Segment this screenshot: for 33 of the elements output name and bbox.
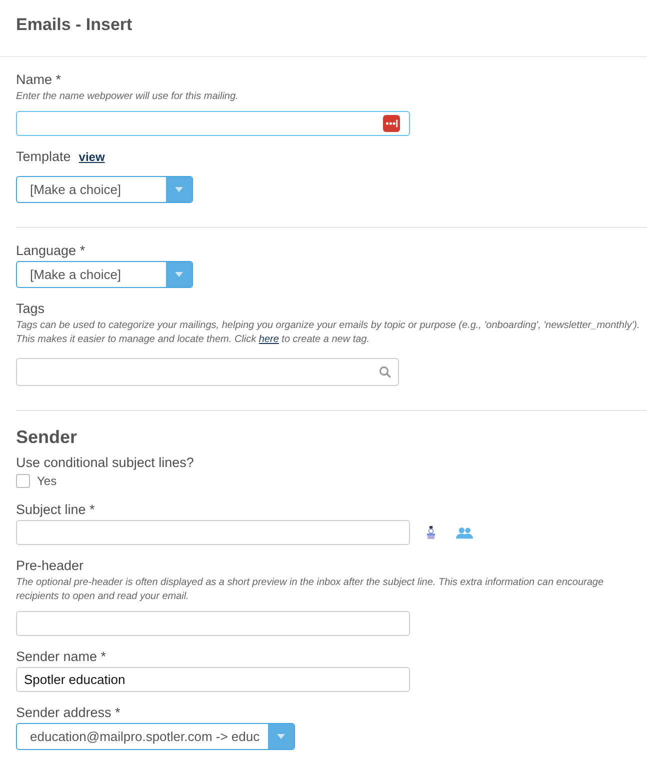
- checkbox-label: Yes: [37, 474, 57, 488]
- field-label: Language *: [16, 242, 86, 260]
- input-field[interactable]: [16, 111, 410, 136]
- caret-icon[interactable]: [268, 724, 294, 749]
- field-hint: The optional pre-header is often displayed as a short preview in the inbox after the subject line. This extra information can encourage recipients to open and read your email.: [16, 576, 605, 604]
- view-link[interactable]: view: [78, 148, 105, 166]
- field-hint: Tags can be used to categorize your mailings, helping you organize your emails by topic or purpose (e.g., 'onboarding', 'newsletter_monthly'). This makes it easier to manage and locate them. Click here to create a new tag.: [16, 319, 641, 347]
- field-label: Use conditional subject lines?: [16, 454, 194, 472]
- input-field[interactable]: [16, 520, 410, 545]
- field-label: Sender address *: [16, 704, 120, 722]
- input-field[interactable]: [16, 611, 410, 636]
- field-label: Template: [16, 148, 71, 166]
- select-dropdown[interactable]: [Make a choice]: [16, 261, 193, 288]
- field-label: Sender name *: [16, 648, 106, 666]
- page-title: Emails - Insert: [16, 15, 132, 35]
- field-label: Tags: [16, 300, 45, 318]
- checkbox[interactable]: [16, 474, 30, 488]
- field-label: Pre-header: [16, 557, 84, 575]
- select-dropdown[interactable]: [Make a choice]: [16, 176, 193, 203]
- field-label: Subject line *: [16, 501, 95, 519]
- input-field[interactable]: Spotler education: [16, 667, 410, 692]
- field-label: Name *: [16, 71, 62, 89]
- caret-icon[interactable]: [166, 177, 192, 202]
- field-hint: Enter the name webpower will use for this mailing.: [16, 90, 238, 104]
- search-field[interactable]: [16, 358, 399, 386]
- caret-icon[interactable]: [166, 262, 192, 287]
- figure-icon[interactable]: [426, 526, 436, 539]
- section-heading: Sender: [16, 426, 78, 449]
- select-dropdown[interactable]: education@mailpro.spotler.com -> educ: [16, 723, 295, 750]
- search-icon[interactable]: [379, 366, 391, 378]
- users-icon[interactable]: [456, 526, 473, 538]
- here-link[interactable]: here: [258, 334, 279, 345]
- dots-icon[interactable]: [383, 115, 400, 132]
